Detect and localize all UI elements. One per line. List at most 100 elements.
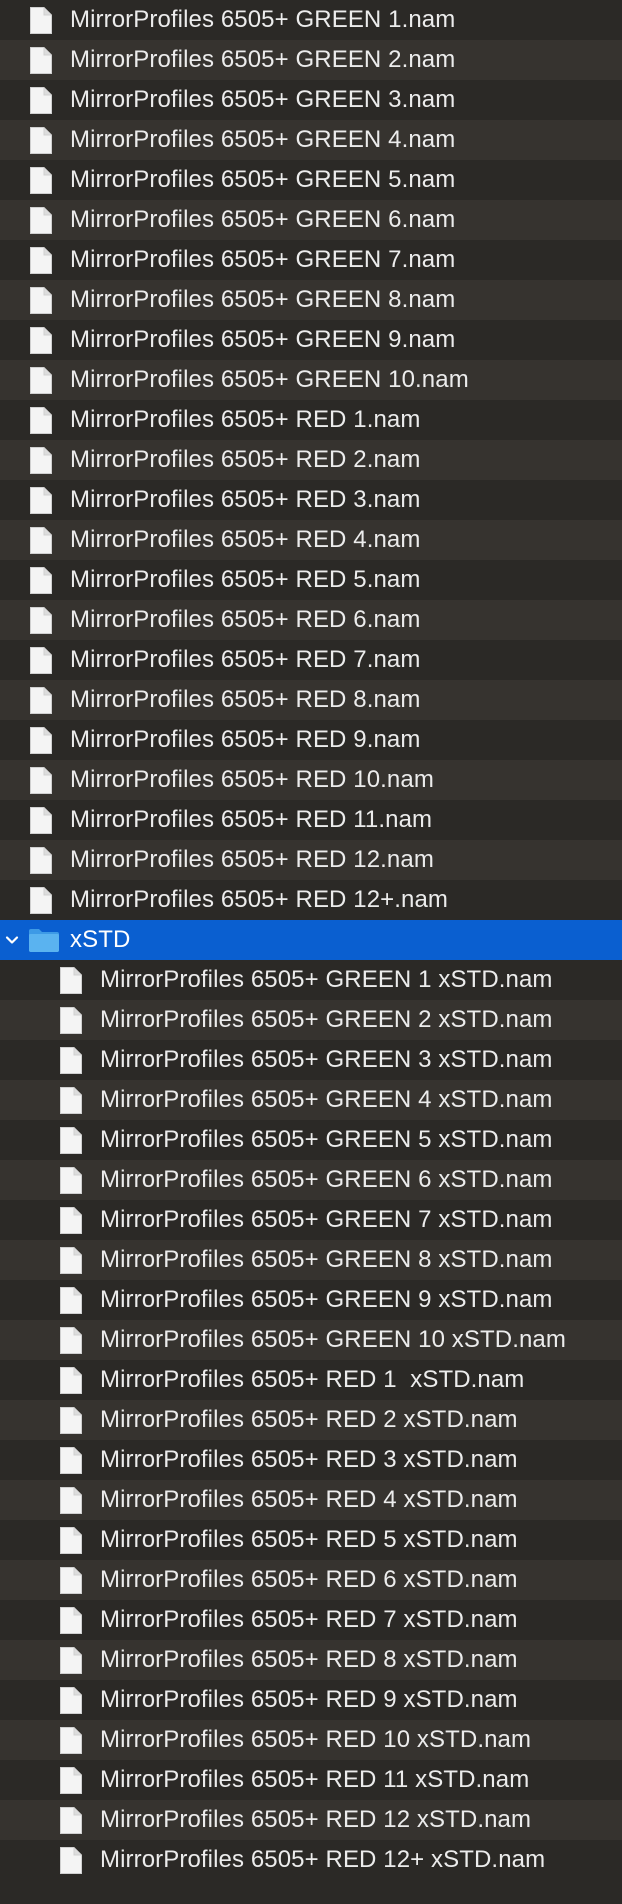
file-row[interactable]: MirrorProfiles 6505+ RED 2.nam — [0, 440, 622, 480]
folder-icon — [28, 927, 60, 953]
file-row[interactable]: MirrorProfiles 6505+ GREEN 9 xSTD.nam — [0, 1280, 622, 1320]
file-name: MirrorProfiles 6505+ RED 10 xSTD.nam — [100, 1726, 532, 1753]
file-name: MirrorProfiles 6505+ RED 12+.nam — [70, 886, 449, 913]
file-row[interactable]: MirrorProfiles 6505+ GREEN 10.nam — [0, 360, 622, 400]
folder-row-xstd[interactable]: xSTD — [0, 920, 622, 960]
file-list: MirrorProfiles 6505+ GREEN 1.nam MirrorPr… — [0, 0, 622, 1904]
file-row[interactable]: MirrorProfiles 6505+ RED 5 xSTD.nam — [0, 1520, 622, 1560]
file-name: MirrorProfiles 6505+ GREEN 4 xSTD.nam — [100, 1086, 553, 1113]
document-icon — [29, 646, 53, 675]
file-name: MirrorProfiles 6505+ RED 8 xSTD.nam — [100, 1646, 518, 1673]
file-name: MirrorProfiles 6505+ RED 12.nam — [70, 846, 434, 873]
file-row[interactable]: MirrorProfiles 6505+ RED 6 xSTD.nam — [0, 1560, 622, 1600]
file-row[interactable]: MirrorProfiles 6505+ RED 8 xSTD.nam — [0, 1640, 622, 1680]
file-name: MirrorProfiles 6505+ GREEN 2 xSTD.nam — [100, 1006, 553, 1033]
file-row[interactable]: MirrorProfiles 6505+ GREEN 6.nam — [0, 200, 622, 240]
document-icon — [59, 1806, 83, 1835]
document-icon — [29, 686, 53, 715]
file-name: MirrorProfiles 6505+ RED 12+ xSTD.nam — [100, 1846, 546, 1873]
file-row[interactable]: MirrorProfiles 6505+ RED 1.nam — [0, 400, 622, 440]
file-row[interactable]: MirrorProfiles 6505+ RED 2 xSTD.nam — [0, 1400, 622, 1440]
file-row[interactable]: MirrorProfiles 6505+ GREEN 2.nam — [0, 40, 622, 80]
file-row[interactable]: MirrorProfiles 6505+ RED 12.nam — [0, 840, 622, 880]
document-icon — [59, 1086, 83, 1115]
file-row[interactable]: MirrorProfiles 6505+ RED 8.nam — [0, 680, 622, 720]
file-name: MirrorProfiles 6505+ RED 2 xSTD.nam — [100, 1406, 518, 1433]
file-row[interactable]: MirrorProfiles 6505+ RED 10 xSTD.nam — [0, 1720, 622, 1760]
document-icon — [59, 1686, 83, 1715]
file-name: MirrorProfiles 6505+ GREEN 10.nam — [70, 366, 469, 393]
file-name: MirrorProfiles 6505+ GREEN 2.nam — [70, 46, 456, 73]
file-row[interactable]: MirrorProfiles 6505+ GREEN 3 xSTD.nam — [0, 1040, 622, 1080]
file-row[interactable]: MirrorProfiles 6505+ GREEN 4.nam — [0, 120, 622, 160]
file-row[interactable]: MirrorProfiles 6505+ RED 3 xSTD.nam — [0, 1440, 622, 1480]
file-row[interactable]: MirrorProfiles 6505+ GREEN 3.nam — [0, 80, 622, 120]
file-row[interactable]: MirrorProfiles 6505+ RED 7.nam — [0, 640, 622, 680]
document-icon — [59, 1126, 83, 1155]
file-row[interactable]: MirrorProfiles 6505+ GREEN 8 xSTD.nam — [0, 1240, 622, 1280]
file-name: MirrorProfiles 6505+ GREEN 5 xSTD.nam — [100, 1126, 553, 1153]
document-icon — [59, 1286, 83, 1315]
file-row[interactable]: MirrorProfiles 6505+ RED 3.nam — [0, 480, 622, 520]
document-icon — [59, 1406, 83, 1435]
folder-name: xSTD — [70, 926, 131, 953]
document-icon — [59, 1166, 83, 1195]
document-icon — [59, 966, 83, 995]
file-row[interactable]: MirrorProfiles 6505+ RED 12 xSTD.nam — [0, 1800, 622, 1840]
file-row[interactable]: MirrorProfiles 6505+ RED 9.nam — [0, 720, 622, 760]
document-icon — [29, 766, 53, 795]
file-row[interactable]: MirrorProfiles 6505+ RED 1 xSTD.nam — [0, 1360, 622, 1400]
file-name: MirrorProfiles 6505+ RED 2.nam — [70, 446, 421, 473]
document-icon — [29, 526, 53, 555]
document-icon — [29, 446, 53, 475]
document-icon — [59, 1846, 83, 1875]
file-row[interactable]: MirrorProfiles 6505+ RED 5.nam — [0, 560, 622, 600]
file-row[interactable]: MirrorProfiles 6505+ RED 12+ xSTD.nam — [0, 1840, 622, 1880]
document-icon — [29, 166, 53, 195]
document-icon — [59, 1246, 83, 1275]
document-icon — [29, 406, 53, 435]
file-name: MirrorProfiles 6505+ GREEN 1.nam — [70, 6, 456, 33]
document-icon — [29, 486, 53, 515]
file-row[interactable]: MirrorProfiles 6505+ RED 6.nam — [0, 600, 622, 640]
file-name: MirrorProfiles 6505+ GREEN 8 xSTD.nam — [100, 1246, 553, 1273]
file-name: MirrorProfiles 6505+ RED 4.nam — [70, 526, 421, 553]
document-icon — [29, 566, 53, 595]
file-name: MirrorProfiles 6505+ RED 5 xSTD.nam — [100, 1526, 518, 1553]
file-row[interactable]: MirrorProfiles 6505+ GREEN 1.nam — [0, 0, 622, 40]
document-icon — [59, 1566, 83, 1595]
file-row[interactable]: MirrorProfiles 6505+ GREEN 7.nam — [0, 240, 622, 280]
file-row[interactable]: MirrorProfiles 6505+ GREEN 6 xSTD.nam — [0, 1160, 622, 1200]
file-row[interactable]: MirrorProfiles 6505+ GREEN 4 xSTD.nam — [0, 1080, 622, 1120]
file-row[interactable]: MirrorProfiles 6505+ RED 9 xSTD.nam — [0, 1680, 622, 1720]
document-icon — [59, 1326, 83, 1355]
file-row[interactable]: MirrorProfiles 6505+ GREEN 10 xSTD.nam — [0, 1320, 622, 1360]
file-name: MirrorProfiles 6505+ RED 11 xSTD.nam — [100, 1766, 530, 1793]
file-name: MirrorProfiles 6505+ GREEN 10 xSTD.nam — [100, 1326, 566, 1353]
chevron-down-icon[interactable] — [4, 932, 20, 948]
file-row[interactable]: MirrorProfiles 6505+ RED 4.nam — [0, 520, 622, 560]
file-row[interactable]: MirrorProfiles 6505+ RED 11.nam — [0, 800, 622, 840]
file-row[interactable]: MirrorProfiles 6505+ GREEN 9.nam — [0, 320, 622, 360]
file-name: MirrorProfiles 6505+ RED 1 xSTD.nam — [100, 1366, 525, 1393]
file-name: MirrorProfiles 6505+ RED 9.nam — [70, 726, 421, 753]
file-row[interactable]: MirrorProfiles 6505+ GREEN 7 xSTD.nam — [0, 1200, 622, 1240]
file-row[interactable]: MirrorProfiles 6505+ RED 12+.nam — [0, 880, 622, 920]
file-row[interactable]: MirrorProfiles 6505+ RED 10.nam — [0, 760, 622, 800]
file-row[interactable]: MirrorProfiles 6505+ RED 7 xSTD.nam — [0, 1600, 622, 1640]
file-name: MirrorProfiles 6505+ RED 12 xSTD.nam — [100, 1806, 532, 1833]
file-name: MirrorProfiles 6505+ RED 6.nam — [70, 606, 421, 633]
file-row[interactable]: MirrorProfiles 6505+ GREEN 5.nam — [0, 160, 622, 200]
file-name: MirrorProfiles 6505+ GREEN 8.nam — [70, 286, 456, 313]
document-icon — [59, 1206, 83, 1235]
file-row[interactable]: MirrorProfiles 6505+ GREEN 8.nam — [0, 280, 622, 320]
file-row[interactable]: MirrorProfiles 6505+ GREEN 2 xSTD.nam — [0, 1000, 622, 1040]
file-row[interactable]: MirrorProfiles 6505+ RED 11 xSTD.nam — [0, 1760, 622, 1800]
file-row[interactable]: MirrorProfiles 6505+ RED 4 xSTD.nam — [0, 1480, 622, 1520]
file-name: MirrorProfiles 6505+ GREEN 3 xSTD.nam — [100, 1046, 553, 1073]
file-name: MirrorProfiles 6505+ GREEN 1 xSTD.nam — [100, 966, 553, 993]
file-name: MirrorProfiles 6505+ RED 7.nam — [70, 646, 421, 673]
file-row[interactable]: MirrorProfiles 6505+ GREEN 1 xSTD.nam — [0, 960, 622, 1000]
file-row[interactable]: MirrorProfiles 6505+ GREEN 5 xSTD.nam — [0, 1120, 622, 1160]
document-icon — [29, 6, 53, 35]
